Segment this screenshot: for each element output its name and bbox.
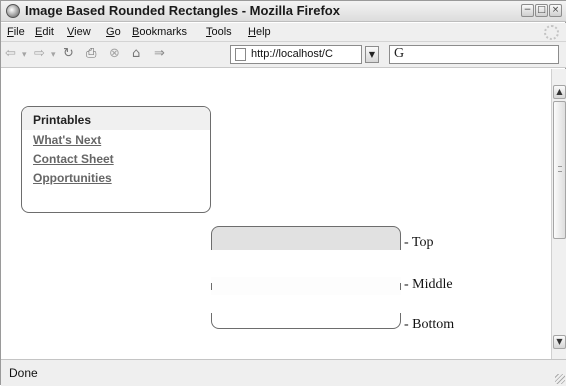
bottom-label: - Bottom [404,317,455,332]
scroll-up-button[interactable]: ▲ [553,85,566,99]
link-contact-sheet[interactable]: Contact Sheet [22,152,210,166]
link-whats-next[interactable]: What's Next [22,133,210,147]
menu-view[interactable]: View [67,26,91,38]
go-icon[interactable]: ⇒ [154,46,165,61]
rounded-middle-image [211,277,401,295]
link-opportunities[interactable]: Opportunities [22,171,210,185]
menu-tools[interactable]: Tools [206,26,232,38]
throbber-icon [544,25,559,40]
print-icon[interactable]: ⎙ [86,46,96,61]
printables-box: Printables What's Next Contact Sheet Opp… [21,106,211,213]
browser-window: Image Based Rounded Rectangles - Mozilla… [0,0,566,386]
middle-right-edge [400,283,401,290]
window-controls: − □ × [521,4,562,17]
maximize-button[interactable]: □ [535,4,548,17]
menu-file[interactable]: File [7,26,25,38]
middle-label: - Middle [404,277,453,292]
menu-go[interactable]: Go [106,26,121,38]
menu-bar: File Edit View Go Bookmarks Tools Help [1,23,566,42]
window-title: Image Based Rounded Rectangles - Mozilla… [25,3,340,18]
home-icon[interactable]: ⌂ [132,46,140,61]
reload-icon[interactable]: ↻ [63,46,74,61]
close-button[interactable]: × [549,4,562,17]
thumb-grip-icon [558,166,562,172]
printables-heading: Printables [22,107,210,130]
rounded-bottom-image [211,313,401,329]
forward-dropdown-icon[interactable]: ▾ [51,50,56,60]
scroll-down-button[interactable]: ▼ [553,335,566,349]
menu-help[interactable]: Help [248,26,271,38]
stop-icon[interactable]: ⊗ [109,46,120,61]
back-arrow-icon[interactable]: ⇦ [5,46,16,61]
minimize-button[interactable]: − [521,4,534,17]
status-bar: Done [1,359,566,386]
page-icon [235,48,246,61]
menu-edit[interactable]: Edit [35,26,54,38]
middle-left-edge [211,283,212,290]
resize-grip-icon[interactable] [555,374,565,384]
vertical-scrollbar[interactable]: ▲ ▼ [551,69,566,359]
back-dropdown-icon[interactable]: ▾ [22,50,27,60]
url-text[interactable]: http://localhost/C [251,48,333,60]
forward-arrow-icon[interactable]: ⇨ [34,46,45,61]
firefox-app-icon [6,4,20,18]
url-dropdown-button[interactable]: ▼ [365,46,379,63]
scrollbar-thumb[interactable] [553,101,566,239]
title-bar: Image Based Rounded Rectangles - Mozilla… [1,1,566,22]
google-search-icon[interactable]: G [394,46,404,62]
menu-bookmarks[interactable]: Bookmarks [132,26,187,38]
status-text: Done [9,366,38,380]
search-box[interactable]: G [389,45,559,64]
url-bar[interactable]: http://localhost/C [230,45,362,64]
rounded-top-image [211,226,401,250]
page-content: Printables What's Next Contact Sheet Opp… [1,69,551,359]
top-label: - Top [404,235,434,250]
navigation-toolbar: ⇦ ▾ ⇨ ▾ ↻ ⎙ ⊗ ⌂ ⇒ http://localhost/C ▼ G [1,42,566,68]
